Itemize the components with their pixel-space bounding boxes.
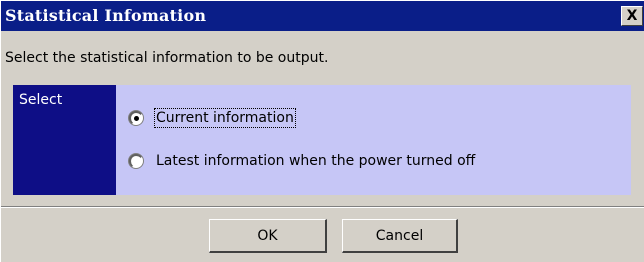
cancel-button[interactable]: Cancel	[342, 219, 458, 253]
radio-button-unchecked[interactable]	[129, 154, 143, 168]
radio-dot-icon	[134, 116, 139, 121]
footer-separator	[1, 206, 644, 208]
close-button[interactable]: X	[621, 6, 643, 26]
select-group: Select Current information Latest inform…	[13, 85, 631, 195]
instruction-text: Select the statistical information to be…	[5, 50, 329, 66]
select-label: Select	[19, 92, 63, 108]
radio-label-current-information[interactable]: Current information	[154, 108, 296, 128]
radio-option-current-information[interactable]: Current information	[129, 107, 296, 129]
radio-label-latest-information[interactable]: Latest information when the power turned…	[155, 152, 476, 170]
radio-option-latest-information[interactable]: Latest information when the power turned…	[129, 150, 476, 172]
radio-button-checked[interactable]	[129, 111, 143, 125]
close-icon: X	[626, 8, 638, 24]
window-title: Statistical Infomation	[5, 6, 207, 25]
ok-button[interactable]: OK	[209, 219, 327, 253]
select-label-box: Select	[13, 85, 116, 195]
statistical-information-dialog: Statistical Infomation X Select the stat…	[0, 0, 644, 262]
title-bar[interactable]: Statistical Infomation X	[1, 1, 644, 31]
